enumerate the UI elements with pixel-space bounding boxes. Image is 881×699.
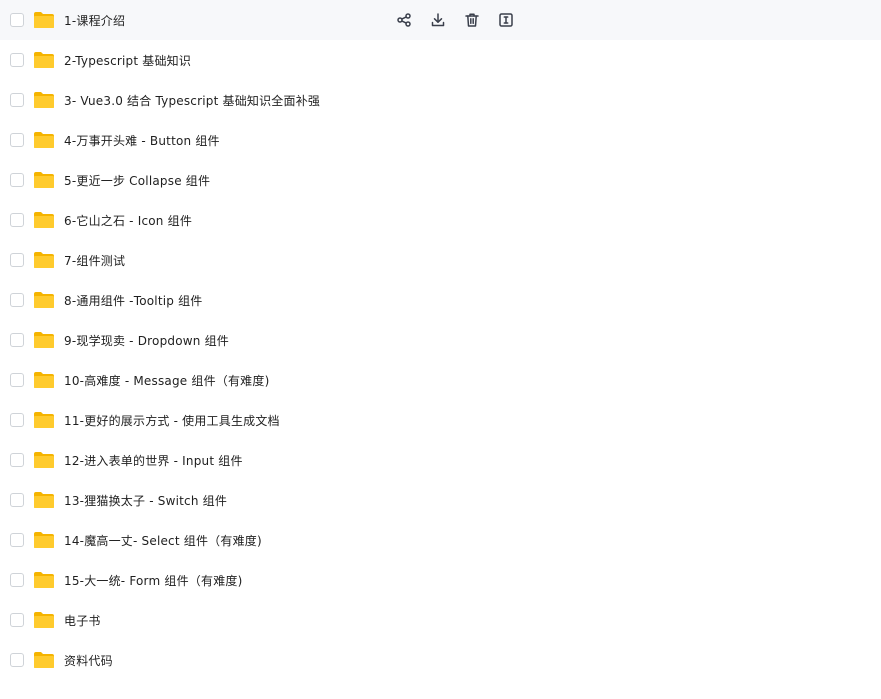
row-checkbox[interactable]	[10, 213, 24, 227]
folder-icon	[33, 531, 55, 549]
list-item[interactable]: 12-进入表单的世界 - Input 组件	[0, 440, 881, 480]
row-checkbox[interactable]	[10, 13, 24, 27]
row-checkbox[interactable]	[10, 173, 24, 187]
folder-icon	[33, 171, 55, 189]
folder-icon	[33, 131, 55, 149]
list-item[interactable]: 8-通用组件 -Tooltip 组件	[0, 280, 881, 320]
folder-icon	[33, 411, 55, 429]
folder-icon	[33, 11, 55, 29]
list-item[interactable]: 5-更近一步 Collapse 组件	[0, 160, 881, 200]
file-list: 1-课程介绍 2-Typescript 基础知识 3- Vue3.0 结合 Ty…	[0, 0, 881, 699]
item-name[interactable]: 电子书	[64, 612, 101, 629]
folder-icon	[33, 371, 55, 389]
row-checkbox[interactable]	[10, 413, 24, 427]
item-name[interactable]: 3- Vue3.0 结合 Typescript 基础知识全面补强	[64, 92, 320, 109]
row-checkbox[interactable]	[10, 53, 24, 67]
rename-icon[interactable]	[497, 11, 515, 29]
share-icon[interactable]	[395, 11, 413, 29]
list-item[interactable]: 14-魔高一丈- Select 组件（有难度)	[0, 520, 881, 560]
row-checkbox[interactable]	[10, 133, 24, 147]
row-checkbox[interactable]	[10, 333, 24, 347]
row-checkbox[interactable]	[10, 493, 24, 507]
folder-icon	[33, 51, 55, 69]
list-item[interactable]: 1-课程介绍	[0, 0, 881, 40]
row-checkbox[interactable]	[10, 93, 24, 107]
row-checkbox[interactable]	[10, 253, 24, 267]
row-checkbox[interactable]	[10, 613, 24, 627]
list-item[interactable]: 10-高难度 - Message 组件（有难度)	[0, 360, 881, 400]
list-item[interactable]: 6-它山之石 - Icon 组件	[0, 200, 881, 240]
list-item[interactable]: 15-大一统- Form 组件（有难度)	[0, 560, 881, 600]
list-item[interactable]: 4-万事开头难 - Button 组件	[0, 120, 881, 160]
row-checkbox[interactable]	[10, 573, 24, 587]
download-icon[interactable]	[429, 11, 447, 29]
item-name[interactable]: 5-更近一步 Collapse 组件	[64, 172, 210, 189]
folder-icon	[33, 291, 55, 309]
folder-icon	[33, 651, 55, 669]
item-name[interactable]: 1-课程介绍	[64, 12, 125, 29]
item-name[interactable]: 9-现学现卖 - Dropdown 组件	[64, 332, 229, 349]
folder-icon	[33, 91, 55, 109]
item-name[interactable]: 资料代码	[64, 652, 113, 669]
list-item[interactable]: 13-狸猫换太子 - Switch 组件	[0, 480, 881, 520]
item-name[interactable]: 15-大一统- Form 组件（有难度)	[64, 572, 242, 589]
item-name[interactable]: 12-进入表单的世界 - Input 组件	[64, 452, 243, 469]
list-item[interactable]: 11-更好的展示方式 - 使用工具生成文档	[0, 400, 881, 440]
row-checkbox[interactable]	[10, 373, 24, 387]
list-item[interactable]: 电子书	[0, 600, 881, 640]
row-checkbox[interactable]	[10, 533, 24, 547]
item-name[interactable]: 11-更好的展示方式 - 使用工具生成文档	[64, 412, 280, 429]
folder-icon	[33, 571, 55, 589]
list-item[interactable]: 资料代码	[0, 640, 881, 680]
item-name[interactable]: 7-组件测试	[64, 252, 125, 269]
row-checkbox[interactable]	[10, 653, 24, 667]
list-item[interactable]: 7-组件测试	[0, 240, 881, 280]
folder-icon	[33, 331, 55, 349]
folder-icon	[33, 451, 55, 469]
list-item[interactable]: 9-现学现卖 - Dropdown 组件	[0, 320, 881, 360]
item-name[interactable]: 8-通用组件 -Tooltip 组件	[64, 292, 203, 309]
folder-icon	[33, 491, 55, 509]
list-item[interactable]: 2-Typescript 基础知识	[0, 40, 881, 80]
folder-icon	[33, 611, 55, 629]
item-name[interactable]: 2-Typescript 基础知识	[64, 52, 191, 69]
folder-icon	[33, 211, 55, 229]
item-name[interactable]: 10-高难度 - Message 组件（有难度)	[64, 372, 269, 389]
row-checkbox[interactable]	[10, 453, 24, 467]
list-item[interactable]: 3- Vue3.0 结合 Typescript 基础知识全面补强	[0, 80, 881, 120]
item-name[interactable]: 4-万事开头难 - Button 组件	[64, 132, 220, 149]
item-name[interactable]: 6-它山之石 - Icon 组件	[64, 212, 192, 229]
row-actions	[395, 0, 515, 40]
folder-icon	[33, 251, 55, 269]
item-name[interactable]: 13-狸猫换太子 - Switch 组件	[64, 492, 227, 509]
row-checkbox[interactable]	[10, 293, 24, 307]
delete-icon[interactable]	[463, 11, 481, 29]
item-name[interactable]: 14-魔高一丈- Select 组件（有难度)	[64, 532, 262, 549]
